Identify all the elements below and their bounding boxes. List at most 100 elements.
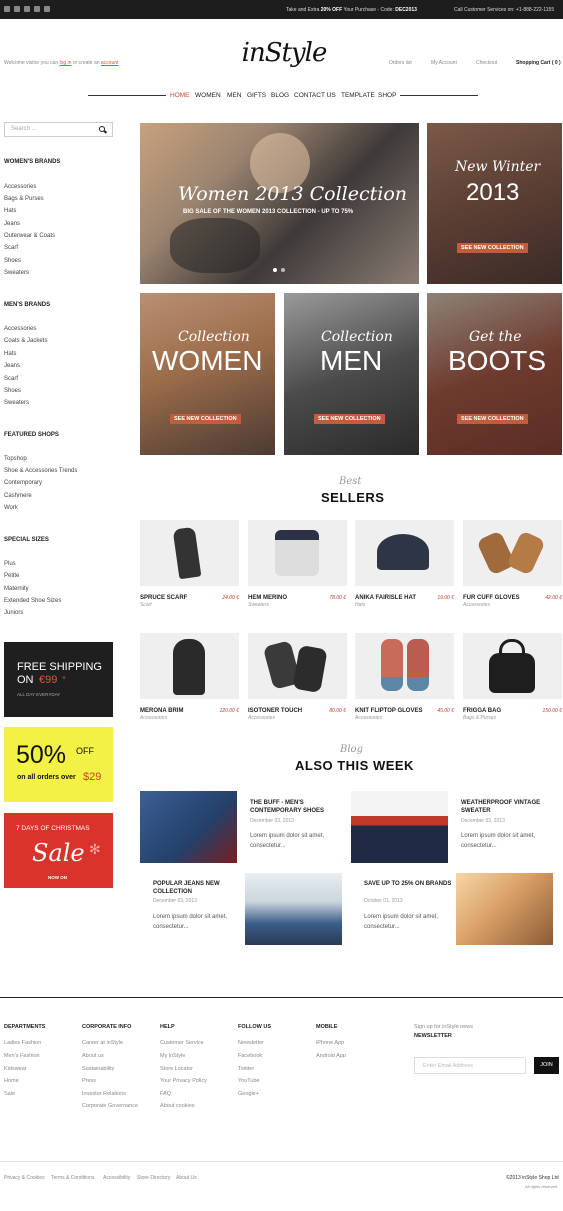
facebook-icon[interactable] [44,6,50,12]
footer-link[interactable]: Corporate Governance [82,1103,138,1109]
footer-link[interactable]: Twitter [238,1066,254,1072]
sidebar-item[interactable]: Shoe & Accessories Trends [4,468,77,474]
footer-link[interactable]: Investor Relations [82,1091,126,1097]
footer-link[interactable]: Ladies Fashion [4,1040,41,1046]
nav-blog[interactable]: BLOG [271,92,289,99]
google-plus-icon[interactable] [14,6,20,12]
blog-image-shoes[interactable] [140,791,237,863]
linkedin-icon[interactable] [4,6,10,12]
footer-link[interactable]: About us [82,1053,104,1059]
product-name[interactable]: HEM MERINO [248,595,287,601]
twitter-icon[interactable] [24,6,30,12]
newsletter-email-input[interactable]: Enter Email Address [414,1057,526,1074]
footer-link[interactable]: Google+ [238,1091,259,1097]
women-collection-banner[interactable]: Collection WOMEN SEE NEW COLLECTION [140,293,275,455]
footer-link[interactable]: Home [4,1078,19,1084]
nav-template[interactable]: TEMPLATE [341,92,375,99]
sidebar-item[interactable]: Juniors [4,610,23,616]
bottom-link-terms[interactable]: Terms & Conditions [51,1175,94,1181]
see-new-collection-button[interactable]: SEE NEW COLLECTION [314,414,385,424]
footer-link[interactable]: Career at inStyle [82,1040,123,1046]
sidebar-item[interactable]: Plus [4,561,16,567]
sidebar-item[interactable]: Sweaters [4,270,29,276]
my-account-link[interactable]: My Account [431,60,457,66]
see-new-collection-button[interactable]: SEE NEW COLLECTION [170,414,241,424]
sidebar-item[interactable]: Accessories [4,326,36,332]
hero-main-banner[interactable]: Women 2013 Collection BIG SALE OF THE WO… [140,123,419,284]
blog-post-title[interactable]: SAVE UP TO 25% ON BRANDS [364,881,454,889]
sidebar-item[interactable]: Accessories [4,184,36,190]
shopping-cart-link[interactable]: Shopping Cart ( 0 ) [516,60,561,66]
instagram-icon[interactable] [34,6,40,12]
footer-link[interactable]: Kidswear [4,1066,27,1072]
sidebar-item[interactable]: Sweaters [4,400,29,406]
footer-link[interactable]: YouTube [238,1078,260,1084]
nav-shop[interactable]: SHOP [378,92,396,99]
footer-link[interactable]: Customer Service [160,1040,204,1046]
sidebar-item[interactable]: Shoes [4,388,21,394]
sidebar-item[interactable]: Maternity [4,586,29,592]
nav-gifts[interactable]: GIFTS [247,92,266,99]
sidebar-item[interactable]: Scarf [4,245,18,251]
footer-link[interactable]: Sustainability [82,1066,114,1072]
product-image-spruce-scarf[interactable] [140,520,239,586]
product-name[interactable]: FUR CUFF GLOVES [463,595,520,601]
sidebar-item[interactable]: Hats [4,208,16,214]
bottom-link-store-directory[interactable]: Store Directory [137,1175,170,1181]
blog-image-jeans[interactable] [245,873,342,945]
product-image-knit-fliptop-gloves[interactable] [355,633,454,699]
sidebar-item[interactable]: Petite [4,573,19,579]
checkout-link[interactable]: Checkout [476,60,497,66]
search-input[interactable]: Search ... [4,122,113,137]
nav-contact-us[interactable]: CONTACT US [294,92,336,99]
footer-link[interactable]: Sale [4,1091,15,1097]
footer-link[interactable]: Newsletter [238,1040,264,1046]
logo[interactable]: inStyle [236,38,332,68]
product-name[interactable]: KNIT FLIPTOP GLOVES [355,708,422,714]
footer-link[interactable]: About cookies [160,1103,195,1109]
footer-link[interactable]: Press [82,1078,96,1084]
footer-link[interactable]: My inStyle [160,1053,185,1059]
product-name[interactable]: FRIGGA BAG [463,708,501,714]
discount-banner[interactable]: 50% OFF on all orders over $29 [4,727,113,802]
sidebar-item[interactable]: Jeans [4,363,20,369]
blog-post-title[interactable]: WEATHERPROOF VINTAGE SWEATER [461,800,551,815]
men-collection-banner[interactable]: Collection MEN SEE NEW COLLECTION [284,293,419,455]
sidebar-item[interactable]: Coats & Jackets [4,338,47,344]
create-account-link[interactable]: account [101,60,119,66]
footer-link[interactable]: Facebook [238,1053,262,1059]
bottom-link-about[interactable]: About Us [176,1175,197,1181]
product-image-fur-cuff-gloves[interactable] [463,520,562,586]
footer-link[interactable]: Store Locator [160,1066,193,1072]
sidebar-item[interactable]: Work [4,505,18,511]
slider-dot[interactable] [273,268,277,272]
see-new-collection-button[interactable]: SEE NEW COLLECTION [457,243,528,253]
product-name[interactable]: MERONA BRIM [140,708,183,714]
boots-collection-banner[interactable]: Get the BOOTS SEE NEW COLLECTION [427,293,562,455]
product-image-merona-brim[interactable] [140,633,239,699]
sidebar-item[interactable]: Cashmere [4,493,32,499]
slider-dot[interactable] [281,268,285,272]
product-name[interactable]: ISOTONER TOUCH [248,708,302,714]
nav-men[interactable]: MEN [227,92,241,99]
bottom-link-privacy[interactable]: Privacy & Cookies [4,1175,45,1181]
product-name[interactable]: SPRUCE SCARF [140,595,187,601]
product-image-anika-hat[interactable] [355,520,454,586]
product-image-hem-merino[interactable] [248,520,347,586]
sidebar-item[interactable]: Hats [4,351,16,357]
blog-post-title[interactable]: THE BUFF - MEN'S CONTEMPORARY SHOES [250,800,340,815]
join-button[interactable]: JOIN [534,1057,559,1074]
nav-home[interactable]: HOME [170,92,190,99]
footer-link[interactable]: iPhone App [316,1040,344,1046]
login-link[interactable]: log in [59,60,71,66]
footer-link[interactable]: Men's Fashion [4,1053,40,1059]
nav-women[interactable]: WOMEN [195,92,221,99]
footer-link[interactable]: Your Privacy Policy [160,1078,207,1084]
sidebar-item[interactable]: Contemporary [4,480,42,486]
blog-post-title[interactable]: POPULAR JEANS NEW COLLECTION [153,881,243,896]
bottom-link-accessibility[interactable]: Accessibility [103,1175,130,1181]
christmas-sale-banner[interactable]: 7 DAYS OF CHRISTMAS Sale ✻ NOW ON [4,813,113,888]
see-new-collection-button[interactable]: SEE NEW COLLECTION [457,414,528,424]
product-image-frigga-bag[interactable] [463,633,562,699]
footer-link[interactable]: Android App [316,1053,346,1059]
